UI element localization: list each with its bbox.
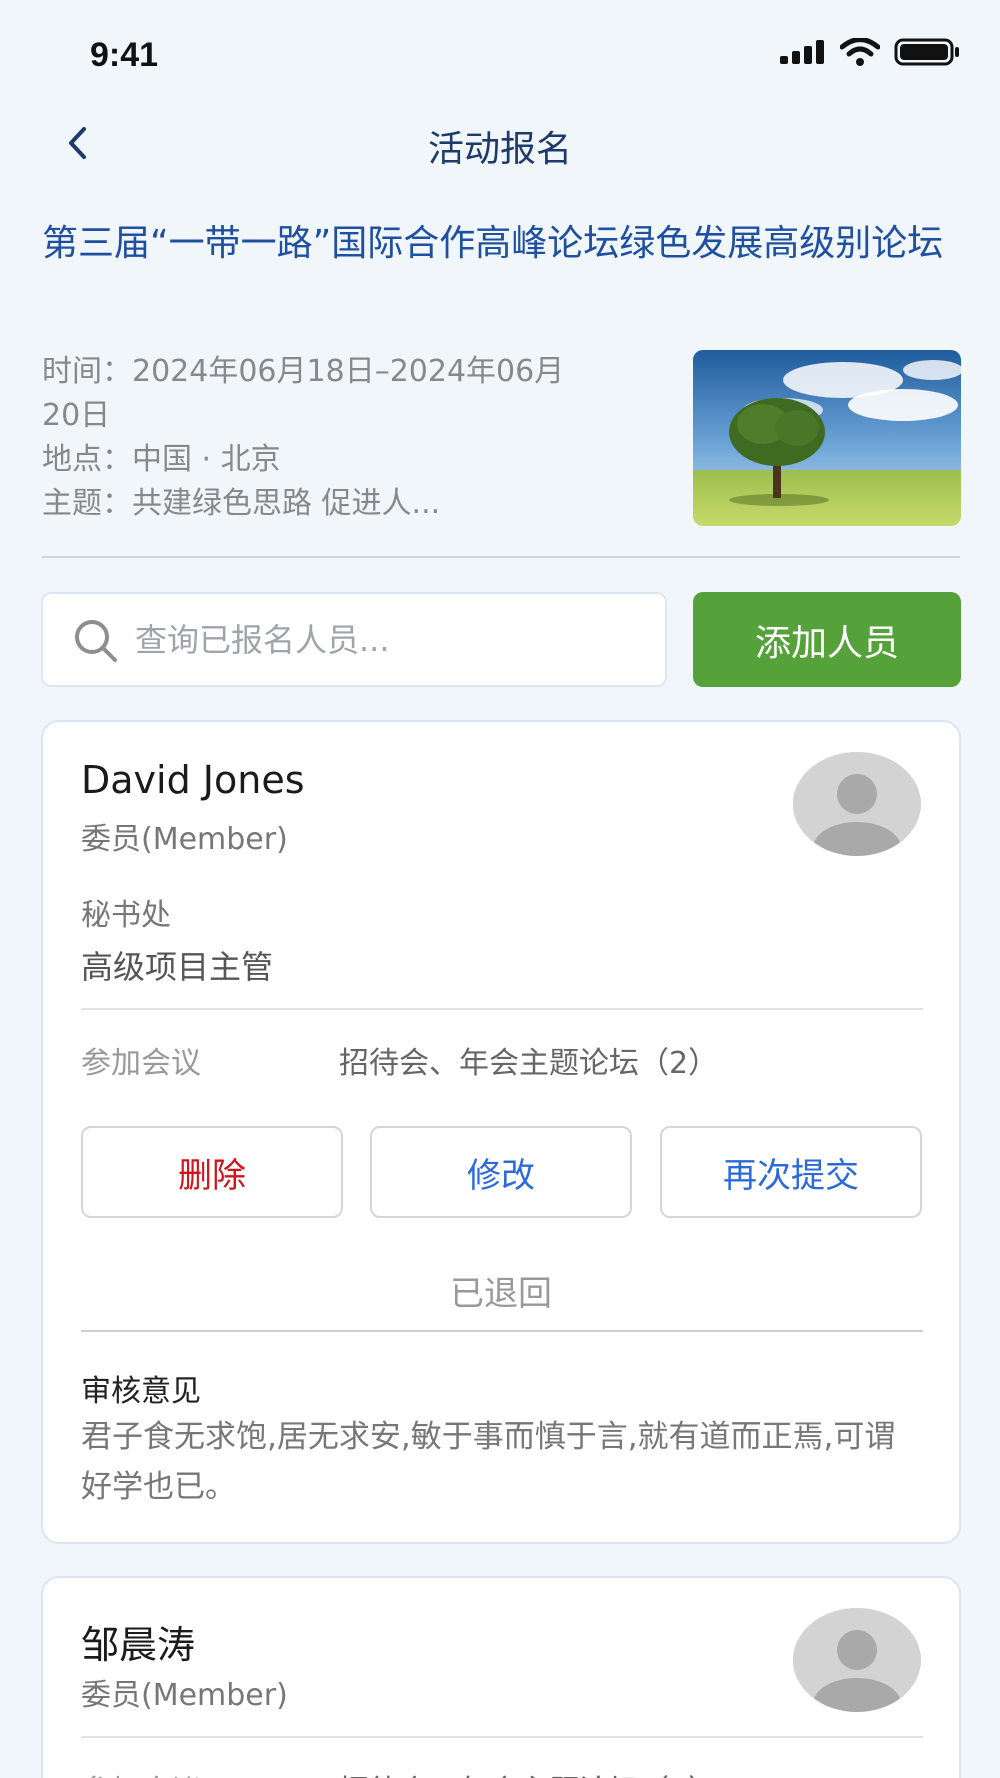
event-location-label: 地点： bbox=[42, 442, 132, 477]
wifi-icon bbox=[840, 38, 880, 66]
person-department: 秘书处 bbox=[81, 898, 171, 933]
meeting-label: 参加会议 bbox=[81, 1046, 201, 1081]
event-location-value: 中国 · 北京 bbox=[132, 442, 281, 477]
status-bar: 9:41 bbox=[0, 0, 1000, 100]
avatar-placeholder-icon bbox=[793, 752, 921, 856]
event-time-label: 时间： bbox=[42, 354, 132, 389]
search-input[interactable] bbox=[135, 614, 645, 666]
status-time: 9:41 bbox=[90, 36, 159, 74]
avatar-placeholder-icon bbox=[793, 1608, 921, 1712]
card-divider bbox=[81, 1008, 923, 1010]
event-image bbox=[693, 350, 961, 526]
status-icons bbox=[780, 38, 960, 66]
meeting-label: 参加会议 bbox=[81, 1766, 201, 1778]
resubmit-button[interactable]: 再次提交 bbox=[660, 1126, 922, 1218]
event-theme: 主题：共建绿色思路 促进人... bbox=[42, 482, 582, 526]
event-meta: 时间：2024年06月18日–2024年06月20日 地点：中国 · 北京 主题… bbox=[42, 350, 582, 526]
delete-button[interactable]: 删除 bbox=[81, 1126, 343, 1218]
event-location: 地点：中国 · 北京 bbox=[42, 438, 582, 482]
event-time: 时间：2024年06月18日–2024年06月20日 bbox=[42, 350, 582, 438]
search-box[interactable] bbox=[41, 592, 667, 687]
avatar bbox=[793, 1608, 921, 1712]
registrant-card: David Jones 委员(Member) 秘书处 高级项目主管 参加会议 招… bbox=[41, 720, 961, 1544]
section-divider bbox=[42, 556, 960, 558]
person-role: 委员(Member) bbox=[81, 1678, 288, 1713]
review-text: 君子食无求饱,居无求安,敏于事而慎于言,就有道而正焉,可谓好学也已。 bbox=[81, 1419, 896, 1505]
edit-button[interactable]: 修改 bbox=[370, 1126, 632, 1218]
signal-icon bbox=[780, 40, 824, 64]
event-theme-label: 主题： bbox=[42, 486, 132, 521]
event-title: 第三届“一带一路”国际合作高峰论坛绿色发展高级别论坛 bbox=[42, 223, 944, 264]
person-name: 邹晨涛 bbox=[81, 1623, 196, 1667]
event-theme-value: 共建绿色思路 促进人... bbox=[132, 486, 441, 521]
person-position: 高级项目主管 bbox=[81, 948, 274, 986]
add-person-button[interactable]: 添加人员 bbox=[693, 592, 961, 687]
meeting-value: 招待会、年会主题论坛（2） bbox=[339, 1046, 719, 1081]
battery-icon bbox=[894, 38, 959, 66]
person-name: David Jones bbox=[81, 758, 305, 802]
page-title: 活动报名 bbox=[427, 129, 572, 170]
avatar bbox=[793, 752, 921, 856]
review-title: 审核意见 bbox=[81, 1374, 201, 1409]
card-divider bbox=[81, 1330, 923, 1332]
search-icon bbox=[75, 620, 117, 662]
card-divider bbox=[81, 1736, 923, 1738]
nav-bar: 活动报名 bbox=[0, 100, 1000, 190]
person-role: 委员(Member) bbox=[81, 822, 288, 857]
meeting-value: 招待会、年会主题论坛（2） bbox=[339, 1766, 718, 1778]
registrant-card: 邹晨涛 委员(Member) 参加会议 招待会、年会主题论坛（2） bbox=[41, 1576, 961, 1778]
status-badge: 已退回 bbox=[450, 1274, 552, 1314]
